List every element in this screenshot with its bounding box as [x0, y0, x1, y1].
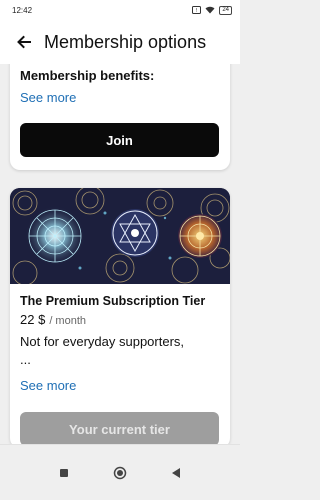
- see-more-link[interactable]: See more: [20, 378, 76, 393]
- tier-period: / month: [49, 315, 86, 327]
- status-icons: ! 24: [192, 5, 232, 15]
- wifi-icon: [205, 6, 215, 14]
- system-back-button[interactable]: [168, 465, 184, 481]
- tier-title: The Premium Subscription Tier: [20, 294, 206, 308]
- price-row: 22 $ / month: [20, 312, 86, 327]
- tier-description-line: Not for everyday supporters,: [20, 334, 185, 349]
- current-tier-button[interactable]: Your current tier: [20, 412, 219, 444]
- benefits-heading: Membership benefits:: [20, 68, 155, 83]
- notification-icon: !: [192, 6, 202, 14]
- app-bar: Membership options: [0, 20, 240, 64]
- membership-card-premium: The Premium Subscription Tier 22 $ / mon…: [10, 188, 230, 444]
- tier-image: [10, 188, 230, 284]
- membership-list[interactable]: Membership benefits: See more Join The P…: [0, 64, 240, 444]
- tier-description: Not for everyday supporters, ...: [20, 333, 220, 369]
- recent-apps-button[interactable]: [56, 465, 72, 481]
- svg-text:!: !: [196, 8, 198, 14]
- back-triangle-icon: [172, 467, 180, 478]
- back-button[interactable]: [12, 30, 36, 54]
- arrow-left-icon: [17, 35, 31, 49]
- battery-icon: 24: [219, 5, 232, 15]
- status-time: 12:42: [12, 5, 33, 15]
- see-more-link[interactable]: See more: [20, 90, 76, 105]
- page-title: Membership options: [44, 31, 207, 52]
- home-button[interactable]: [112, 465, 128, 481]
- tier-description-ellipsis: ...: [20, 352, 31, 367]
- membership-card-basic: Membership benefits: See more Join: [10, 64, 230, 170]
- home-icon: [113, 466, 127, 479]
- recent-apps-icon: [60, 468, 68, 477]
- system-nav-bar: [0, 444, 240, 500]
- tier-price: 22 $: [20, 312, 46, 327]
- status-bar: 12:42 ! 24: [0, 0, 240, 20]
- join-button[interactable]: Join: [20, 123, 219, 157]
